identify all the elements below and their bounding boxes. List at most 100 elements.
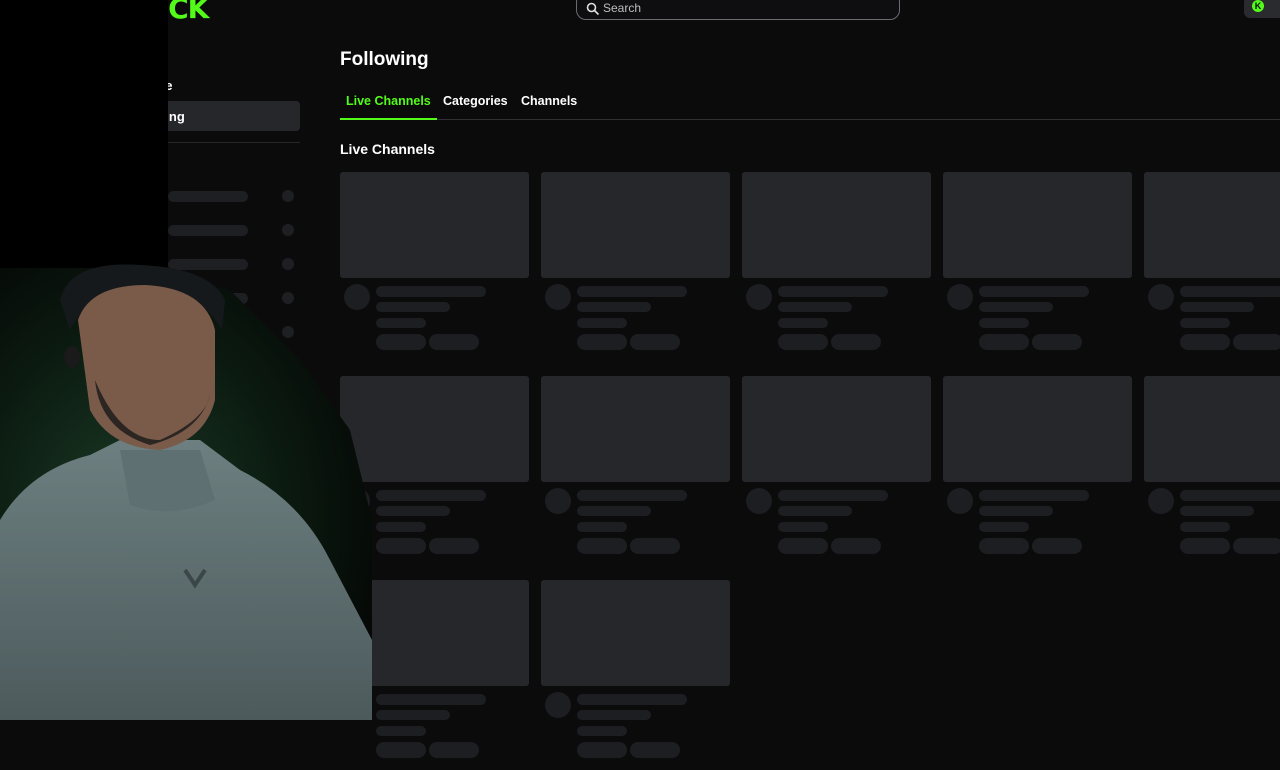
tab-channels[interactable]: Channels: [521, 94, 577, 108]
channel-card-skeleton[interactable]: [742, 172, 932, 362]
sidebar-skeleton: [168, 259, 248, 270]
channel-tag-skeleton: [778, 334, 828, 350]
channel-category-skeleton: [1180, 318, 1230, 328]
channel-tag-skeleton: [1180, 538, 1230, 554]
channel-title-skeleton: [376, 490, 486, 501]
channel-category-skeleton: [1180, 522, 1230, 532]
channel-tag-skeleton: [577, 334, 627, 350]
channel-tag-skeleton: [429, 334, 479, 350]
channel-card-skeleton[interactable]: [943, 376, 1133, 566]
channel-category-skeleton: [979, 318, 1029, 328]
channel-avatar-skeleton: [746, 488, 772, 514]
channel-avatar-skeleton: [344, 284, 370, 310]
channel-card-skeleton[interactable]: [1144, 172, 1280, 362]
sidebar-skeleton-dot: [282, 224, 294, 236]
channel-category-skeleton: [376, 522, 426, 532]
channel-card-skeleton[interactable]: [340, 580, 530, 770]
channel-avatar-skeleton: [344, 692, 370, 718]
channel-name-skeleton: [577, 302, 651, 312]
channel-card-skeleton[interactable]: [541, 172, 731, 362]
channel-avatar-skeleton: [1148, 488, 1174, 514]
channel-card-skeleton[interactable]: [340, 376, 530, 566]
sidebar-section-label: g: [140, 158, 148, 172]
section-title: Live Channels: [340, 141, 435, 157]
sidebar-item-following[interactable]: llowing: [140, 109, 185, 124]
tab-categories[interactable]: Categories: [443, 94, 508, 108]
channel-thumbnail-skeleton: [742, 376, 931, 482]
channel-thumbnail-skeleton: [340, 580, 529, 686]
channel-tag-skeleton: [1032, 334, 1082, 350]
channel-title-skeleton: [376, 286, 486, 297]
channel-tag-skeleton: [778, 538, 828, 554]
channel-name-skeleton: [376, 302, 450, 312]
channel-title-skeleton: [778, 490, 888, 501]
channel-title-skeleton: [376, 694, 486, 705]
channel-name-skeleton: [979, 506, 1053, 516]
channel-avatar-skeleton: [545, 284, 571, 310]
sidebar-skeleton: [168, 327, 248, 338]
channel-title-skeleton: [577, 490, 687, 501]
search-input[interactable]: Search: [576, 0, 900, 20]
search-icon: [586, 2, 600, 16]
channel-category-skeleton: [376, 318, 426, 328]
sidebar-skeleton: [168, 293, 248, 304]
channel-tag-skeleton: [376, 334, 426, 350]
channel-title-skeleton: [577, 694, 687, 705]
channel-tag-skeleton: [577, 538, 627, 554]
user-menu-button[interactable]: K: [1244, 0, 1280, 18]
channel-card-skeleton[interactable]: [541, 376, 731, 566]
channel-card-skeleton[interactable]: [742, 376, 932, 566]
channel-name-skeleton: [778, 302, 852, 312]
channel-title-skeleton: [979, 490, 1089, 501]
channel-name-skeleton: [1180, 506, 1254, 516]
page-title: Following: [340, 49, 429, 70]
channel-thumbnail-skeleton: [1144, 172, 1280, 278]
channel-card-skeleton[interactable]: [1144, 376, 1280, 566]
channel-tag-skeleton: [831, 334, 881, 350]
channel-title-skeleton: [1180, 490, 1280, 501]
channel-name-skeleton: [778, 506, 852, 516]
sidebar-item-browse[interactable]: owse: [140, 78, 173, 93]
channel-thumbnail-skeleton: [943, 376, 1132, 482]
channel-avatar-skeleton: [746, 284, 772, 310]
search-placeholder: Search: [603, 1, 642, 15]
channel-thumbnail-skeleton: [541, 580, 730, 686]
channel-tag-skeleton: [1180, 334, 1230, 350]
sidebar-skeleton-dot: [282, 190, 294, 202]
sidebar-skeleton: [168, 191, 248, 202]
channel-name-skeleton: [979, 302, 1053, 312]
kick-logo[interactable]: KICK: [138, 0, 209, 25]
channel-avatar-skeleton: [545, 692, 571, 718]
channel-tag-skeleton: [429, 742, 479, 758]
channel-name-skeleton: [577, 710, 651, 720]
sidebar-skeleton: [168, 225, 248, 236]
channel-tag-skeleton: [630, 538, 680, 554]
channel-tag-skeleton: [630, 334, 680, 350]
channel-category-skeleton: [577, 726, 627, 736]
channel-card-skeleton[interactable]: [541, 580, 731, 770]
channel-name-skeleton: [376, 710, 450, 720]
sidebar-divider: [140, 142, 300, 143]
tabs-divider: [340, 119, 1280, 120]
channel-avatar-skeleton: [344, 488, 370, 514]
channel-name-skeleton: [376, 506, 450, 516]
channel-title-skeleton: [778, 286, 888, 297]
channel-thumbnail-skeleton: [943, 172, 1132, 278]
channel-tag-skeleton: [979, 538, 1029, 554]
active-tab-indicator: [340, 118, 437, 120]
channel-avatar-skeleton: [947, 284, 973, 310]
channel-card-skeleton[interactable]: [340, 172, 530, 362]
sidebar-skeleton-dot: [282, 326, 294, 338]
tab-live-channels[interactable]: Live Channels: [346, 94, 431, 108]
channel-category-skeleton: [778, 522, 828, 532]
channel-thumbnail-skeleton: [541, 172, 730, 278]
sidebar-item-home[interactable]: me: [140, 47, 159, 62]
channel-thumbnail-skeleton: [340, 376, 529, 482]
channel-avatar-skeleton: [1148, 284, 1174, 310]
channel-thumbnail-skeleton: [742, 172, 931, 278]
channel-avatar-skeleton: [545, 488, 571, 514]
channel-thumbnail-skeleton: [541, 376, 730, 482]
channel-card-skeleton[interactable]: [943, 172, 1133, 362]
channel-tag-skeleton: [376, 538, 426, 554]
channel-category-skeleton: [577, 522, 627, 532]
